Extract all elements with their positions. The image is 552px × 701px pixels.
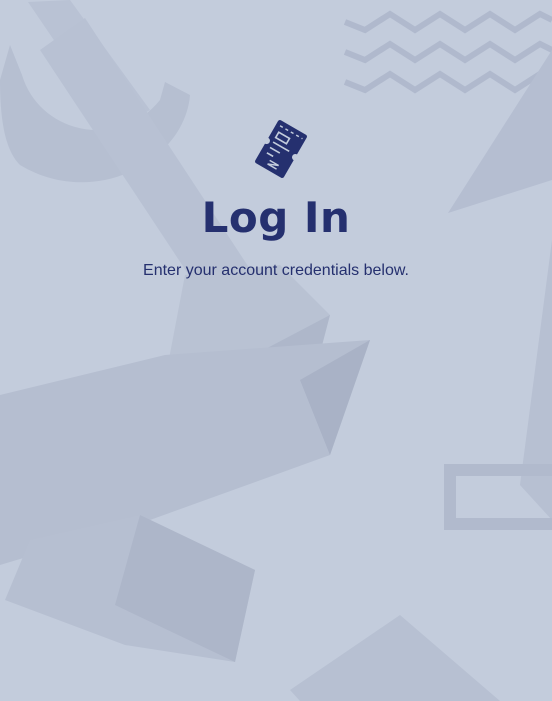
page-title: Log In	[201, 193, 351, 242]
page-subtitle: Enter your account credentials below.	[143, 262, 409, 279]
ticket-icon	[255, 120, 307, 178]
background-illustration	[0, 0, 552, 701]
